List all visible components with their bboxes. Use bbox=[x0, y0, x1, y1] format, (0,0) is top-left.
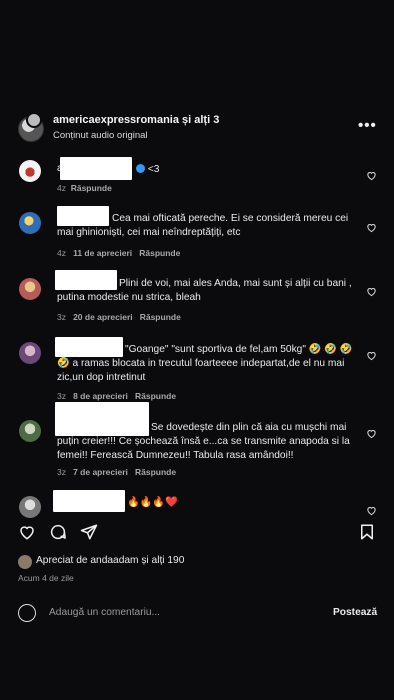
avatar[interactable] bbox=[19, 278, 41, 300]
comment-text: Se dovedește din plin că aia cu mușchi m… bbox=[57, 422, 350, 461]
avatar[interactable] bbox=[19, 342, 41, 364]
comment-meta: 3z 20 de aprecieri Răspunde bbox=[57, 312, 181, 322]
liked-by-text[interactable]: Apreciat de andaadam și alți 190 bbox=[36, 555, 184, 566]
like-icon[interactable] bbox=[366, 503, 377, 516]
post-button[interactable]: Postează bbox=[333, 607, 377, 618]
avatar[interactable] bbox=[26, 112, 42, 128]
avatar[interactable] bbox=[19, 496, 41, 518]
redaction bbox=[60, 157, 132, 180]
avatar[interactable] bbox=[19, 212, 41, 234]
comment-meta: 4z 11 de aprecieri Răspunde bbox=[57, 248, 180, 258]
reply-button[interactable]: Răspunde bbox=[140, 312, 181, 322]
like-icon[interactable] bbox=[366, 168, 377, 181]
comment-age: 4z bbox=[57, 183, 66, 193]
emoji-icon[interactable] bbox=[18, 604, 36, 622]
likes-count[interactable]: 11 de aprecieri bbox=[73, 248, 132, 258]
comment-age: 3z bbox=[57, 467, 66, 477]
like-icon[interactable] bbox=[366, 348, 377, 361]
comment-text: "Goange" "sunt sportiva de fel,am 50kg" … bbox=[57, 344, 353, 383]
like-icon[interactable] bbox=[366, 284, 377, 297]
like-icon[interactable] bbox=[18, 523, 36, 546]
comment-text: Cea mai ofticată pereche. Ei se consider… bbox=[57, 213, 349, 238]
verified-icon bbox=[136, 164, 145, 173]
share-icon[interactable] bbox=[80, 523, 98, 546]
audio-label[interactable]: Conținut audio original bbox=[53, 130, 148, 141]
comment-text: <3 bbox=[147, 164, 160, 175]
avatar[interactable] bbox=[19, 160, 41, 182]
reply-button[interactable]: Răspunde bbox=[139, 248, 180, 258]
reply-button[interactable]: Răspunde bbox=[135, 391, 176, 401]
comment-age: 4z bbox=[57, 248, 66, 258]
like-icon[interactable] bbox=[366, 220, 377, 233]
comment-age: 3z bbox=[57, 312, 66, 322]
likes-count[interactable]: 8 de aprecieri bbox=[73, 391, 128, 401]
reply-button[interactable]: Răspunde bbox=[135, 467, 176, 477]
avatar[interactable] bbox=[18, 555, 32, 569]
likes-count[interactable]: 20 de aprecieri bbox=[73, 312, 133, 322]
comment-text: Plini de voi, mai ales Anda, mai sunt și… bbox=[57, 278, 352, 303]
post-time: Acum 4 de zile bbox=[18, 573, 74, 583]
comment-meta: 4z Răspunde bbox=[57, 183, 112, 193]
avatar[interactable] bbox=[19, 420, 41, 442]
bookmark-icon[interactable] bbox=[358, 523, 376, 546]
comment-input[interactable]: Adaugă un comentariu... bbox=[49, 607, 160, 618]
reply-button[interactable]: Răspunde bbox=[71, 183, 112, 193]
comment: <3 bbox=[136, 163, 159, 177]
comment-age: 3z bbox=[57, 391, 66, 401]
comment-meta: 3z 7 de aprecieri Răspunde bbox=[57, 467, 176, 477]
comment-icon[interactable] bbox=[49, 523, 67, 546]
redaction bbox=[53, 490, 125, 512]
header-title[interactable]: americaexpressromania și alți 3 bbox=[53, 114, 219, 126]
comment-meta: 3z 8 de aprecieri Răspunde bbox=[57, 391, 176, 401]
like-icon[interactable] bbox=[366, 426, 377, 439]
more-options-icon[interactable]: ••• bbox=[358, 117, 377, 134]
comment-text: 🔥🔥🔥❤️ bbox=[127, 497, 178, 508]
likes-count[interactable]: 7 de aprecieri bbox=[73, 467, 128, 477]
